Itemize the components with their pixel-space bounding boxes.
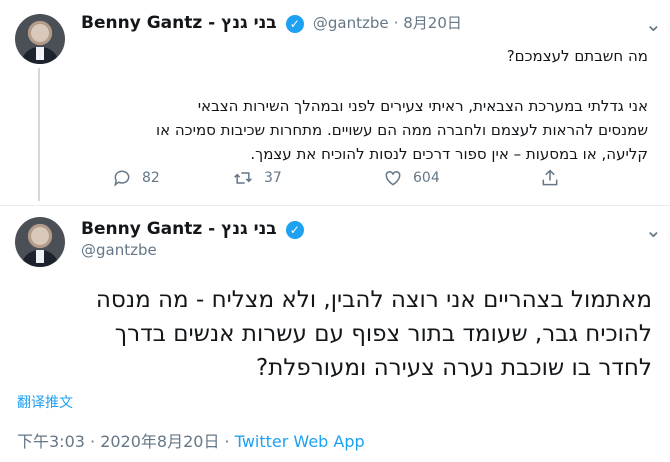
reply-icon (114, 170, 130, 187)
retweet-count: 37 (264, 170, 282, 186)
tweet-header: Benny Gantz - בני גנץ ✓ (81, 219, 304, 239)
tweet-text-line: קליעה, או במסעות – אין ספור דרכים לנסות … (250, 145, 648, 163)
author-handle[interactable]: @gantzbe (81, 241, 157, 259)
tweet-text-line: לחדר בו שוכבת נערה צעירה ומעורפלת? (256, 355, 652, 381)
tweet-first[interactable]: Benny Gantz - בני גנץ ✓ @gantzbe · 8月20日… (0, 0, 670, 205)
tweet-text-line: מה חשבתם לעצמכם? (506, 47, 648, 65)
tweet-header: Benny Gantz - בני גנץ ✓ @gantzbe · 8月20日 (81, 12, 462, 33)
tweet-timestamp[interactable]: 下午3:03 · 2020年8月20日 · (17, 432, 235, 451)
chevron-down-icon[interactable]: ⌄ (645, 218, 662, 242)
tweet-text-line: להוכיח גבר, שעומד בתור צפוף עם עשרות אנש… (114, 321, 652, 347)
source-app-link[interactable]: Twitter Web App (235, 432, 365, 451)
divider (0, 205, 670, 206)
translate-tweet-link[interactable]: 翻译推文 (17, 392, 73, 412)
retweet-icon (234, 172, 252, 184)
verified-badge-icon: ✓ (285, 14, 304, 33)
like-button[interactable]: 604 (383, 168, 440, 188)
heart-icon (385, 170, 401, 186)
share-button[interactable] (540, 168, 570, 188)
author-name[interactable]: Benny Gantz - בני גנץ (81, 13, 277, 33)
tweet-main-text: מאתמול בצהריים אני רוצה להבין, ולא מצליח… (12, 283, 652, 385)
reply-count: 82 (142, 170, 160, 186)
retweet-button[interactable]: 37 (232, 168, 282, 188)
tweet-meta: 下午3:03 · 2020年8月20日 · Twitter Web App (17, 428, 365, 452)
chevron-down-icon[interactable]: ⌄ (645, 12, 662, 36)
author-name[interactable]: Benny Gantz - בני גנץ (81, 219, 277, 239)
avatar[interactable] (15, 217, 65, 267)
reply-button[interactable]: 82 (112, 168, 160, 188)
avatar[interactable] (15, 14, 65, 64)
tweet-text-line: מאתמול בצהריים אני רוצה להבין, ולא מצליח… (95, 287, 652, 313)
tweet-text-line: שמנסים להראות לעצמם ולחברה ממה הם עשויים… (156, 121, 648, 139)
verified-badge-icon: ✓ (285, 220, 304, 239)
thread-line (38, 68, 40, 201)
share-icon (542, 169, 558, 186)
tweet-date[interactable]: · 8月20日 (394, 14, 462, 32)
tweet-actions: 82 37 604 (80, 168, 600, 192)
tweet-text-line: אני גדלתי במערכת הצבאית, ראיתי צעירים לפ… (197, 97, 648, 115)
like-count: 604 (413, 170, 440, 186)
author-handle[interactable]: @gantzbe (313, 14, 389, 32)
